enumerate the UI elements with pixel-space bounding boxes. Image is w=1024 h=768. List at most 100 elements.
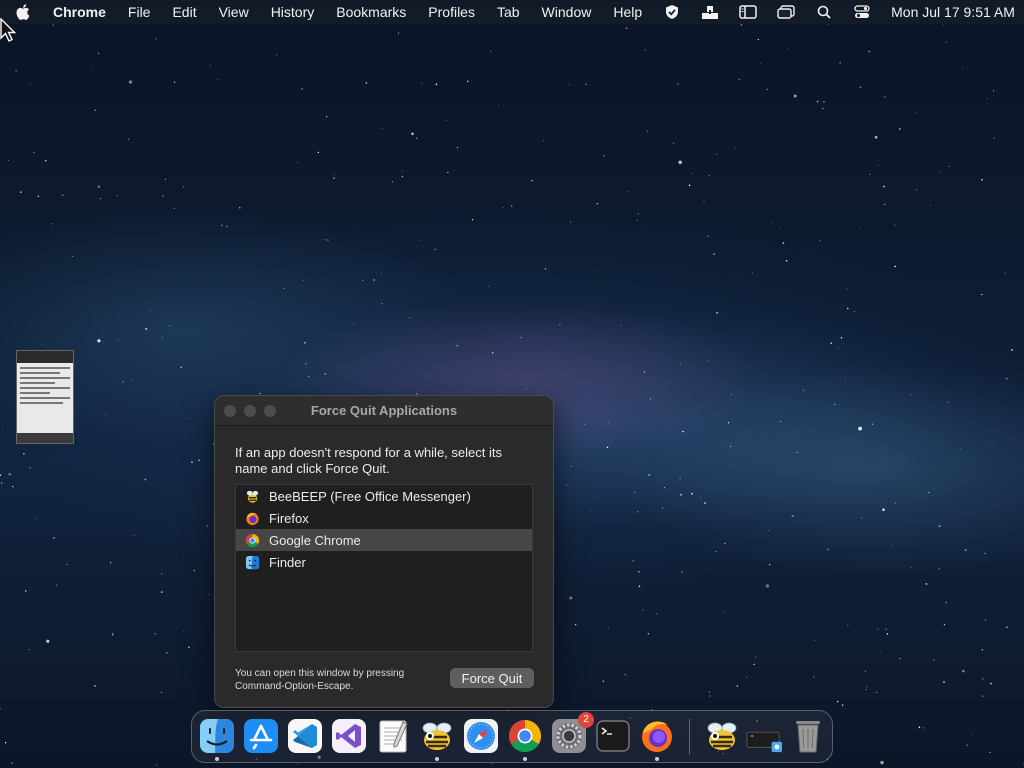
star [646, 130, 649, 132]
minimize-window-button[interactable] [244, 405, 256, 417]
star [510, 205, 513, 207]
dock-app-store[interactable] [242, 717, 280, 755]
dock-textedit[interactable] [374, 717, 412, 755]
star [746, 676, 748, 678]
zoom-window-button[interactable] [264, 405, 276, 417]
star [656, 613, 658, 615]
star [94, 685, 96, 687]
star [767, 530, 769, 531]
star [100, 198, 102, 200]
menu-view[interactable]: View [208, 0, 260, 24]
star [945, 601, 947, 603]
dock-safari[interactable] [462, 717, 500, 755]
dock-google-chrome[interactable] [506, 717, 544, 761]
menu-file[interactable]: File [117, 0, 162, 24]
dock-beebeep-recent[interactable] [703, 717, 741, 755]
close-window-button[interactable] [224, 405, 236, 417]
star [94, 109, 96, 111]
star [945, 41, 947, 43]
visual-studio-icon [332, 719, 366, 753]
star [52, 24, 55, 26]
star [180, 489, 182, 491]
running-indicator [435, 757, 439, 761]
star [830, 463, 832, 465]
star [981, 293, 983, 296]
star [986, 98, 988, 100]
star [210, 64, 211, 66]
star [161, 691, 163, 693]
vpn-shield-icon[interactable] [661, 0, 683, 24]
dock-system-preferences[interactable]: 2 [550, 712, 594, 755]
star [259, 392, 261, 395]
star [632, 560, 634, 562]
menu-history[interactable]: History [260, 0, 326, 24]
star [858, 426, 862, 431]
vscode-icon [288, 719, 322, 753]
menu-app-name[interactable]: Chrome [43, 0, 117, 24]
apple-menu-icon[interactable] [16, 0, 30, 24]
chrome-icon [508, 720, 542, 753]
menubar-clock[interactable]: Mon Jul 17 9:51 AM [881, 4, 1024, 20]
force-quit-button[interactable]: Force Quit [450, 668, 534, 688]
running-indicator [215, 757, 219, 761]
star [514, 372, 516, 374]
star [445, 120, 447, 122]
instructions-text: If an app doesn't respond for a while, s… [235, 445, 502, 476]
star [315, 314, 317, 315]
dock-downloads-stack[interactable] [745, 717, 783, 755]
star [301, 88, 303, 90]
star [164, 178, 166, 180]
shortcut-hint: You can open this window by pressing Com… [235, 668, 405, 692]
app-row-beebeep[interactable]: BeeBEEP (Free Office Messenger) [236, 485, 532, 507]
dock-beebeep[interactable] [418, 717, 456, 761]
star [217, 79, 219, 81]
app-row-google-chrome[interactable]: Google Chrome [236, 529, 532, 551]
star [297, 162, 298, 164]
star [90, 67, 92, 68]
star [947, 402, 949, 403]
desktop-file-thumbnail[interactable] [16, 350, 74, 444]
star [834, 403, 836, 406]
star [962, 669, 965, 673]
star [637, 213, 639, 215]
dock-terminal[interactable] [594, 717, 632, 755]
star [785, 260, 788, 262]
app-row-finder[interactable]: Finder [236, 551, 532, 573]
menu-help[interactable]: Help [602, 0, 653, 24]
star [53, 537, 55, 539]
menu-window[interactable]: Window [531, 0, 603, 24]
menu-profiles[interactable]: Profiles [417, 0, 486, 24]
dock-vscode[interactable] [286, 717, 324, 755]
star [66, 564, 68, 566]
star [131, 379, 133, 381]
sidebar-icon[interactable] [737, 0, 759, 24]
star [839, 62, 841, 64]
star [559, 324, 561, 326]
star [1006, 626, 1008, 629]
star [168, 325, 171, 327]
dock-visual-studio[interactable] [330, 717, 368, 755]
star [93, 495, 95, 497]
share-icon[interactable] [699, 0, 721, 24]
star [713, 649, 715, 650]
dock-trash[interactable] [789, 717, 827, 755]
star [649, 398, 651, 400]
window-overview-icon[interactable] [775, 0, 797, 24]
star [993, 137, 995, 139]
star [602, 680, 605, 683]
menu-tab[interactable]: Tab [486, 0, 531, 24]
star [964, 549, 967, 551]
menu-edit[interactable]: Edit [161, 0, 207, 24]
star [303, 280, 304, 281]
search-icon[interactable] [813, 0, 835, 24]
dock-firefox[interactable] [638, 717, 676, 761]
app-row-firefox[interactable]: Firefox [236, 507, 532, 529]
dock-finder[interactable] [198, 717, 236, 761]
star [144, 478, 147, 481]
star [37, 195, 40, 198]
star [128, 80, 133, 84]
control-center-icon[interactable] [851, 0, 873, 24]
star [11, 762, 13, 764]
menu-bookmarks[interactable]: Bookmarks [325, 0, 417, 24]
star [1004, 272, 1006, 274]
